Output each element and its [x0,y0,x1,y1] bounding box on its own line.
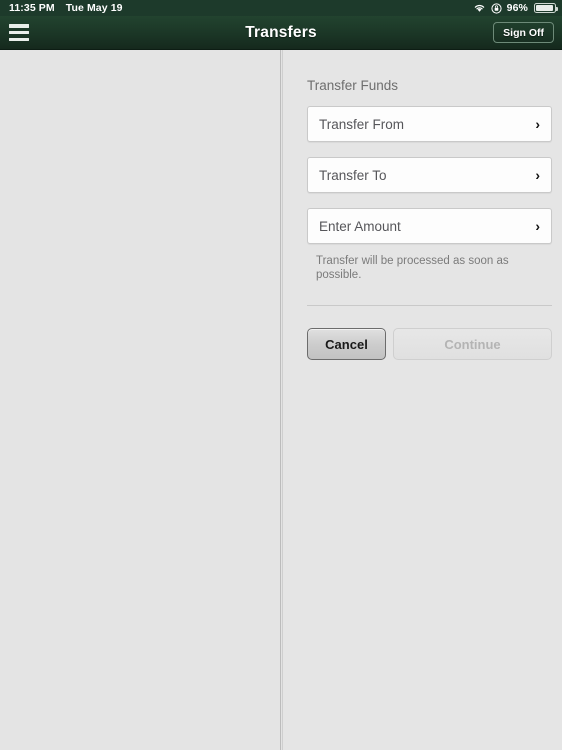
battery-icon [534,3,558,13]
form-divider [307,305,552,306]
battery-percentage: 96% [506,2,528,14]
status-bar-right: 96% [473,2,558,14]
status-date: Tue May 19 [65,2,123,14]
enter-amount-label: Enter Amount [319,218,401,234]
page-title: Transfers [245,23,317,41]
wifi-icon [473,3,486,13]
status-bar-left: 11:35 PM Tue May 19 [9,2,123,14]
enter-amount-field[interactable]: Enter Amount › [307,208,552,244]
chevron-right-icon: › [535,116,540,132]
navigation-bar: Transfers Sign Off [0,16,562,50]
cancel-button[interactable]: Cancel [307,328,386,360]
chevron-right-icon: › [535,218,540,234]
transfer-to-label: Transfer To [319,167,387,183]
transfer-to-field[interactable]: Transfer To › [307,157,552,193]
content-area: Transfer Funds Transfer From › Transfer … [0,50,562,750]
status-time: 11:35 PM [9,2,55,14]
continue-button: Continue [393,328,552,360]
transfer-from-field[interactable]: Transfer From › [307,106,552,142]
rotation-lock-icon [491,2,502,14]
transfer-form-pane: Transfer Funds Transfer From › Transfer … [282,50,562,750]
processing-note: Transfer will be processed as soon as po… [316,255,509,281]
status-bar: 11:35 PM Tue May 19 96% [0,0,562,16]
sign-off-button[interactable]: Sign Off [493,22,554,43]
app-window: 11:35 PM Tue May 19 96% Transfers Sign O… [0,0,562,750]
left-blank-pane [0,50,281,750]
transfer-from-label: Transfer From [319,116,405,132]
chevron-right-icon: › [535,167,540,183]
section-title: Transfer Funds [307,78,399,93]
